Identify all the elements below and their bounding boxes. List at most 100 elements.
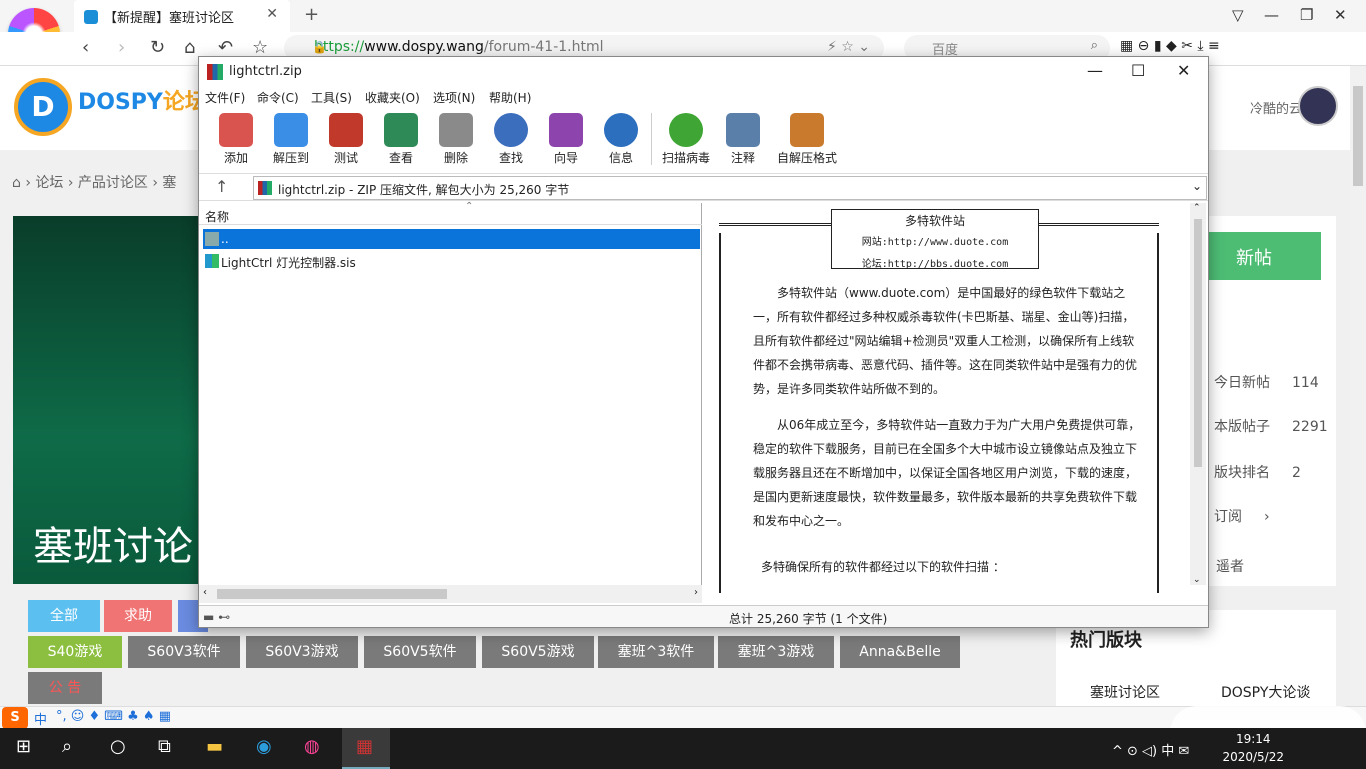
file-list-hscroll[interactable]: ‹ ›: [199, 585, 702, 603]
hot-item[interactable]: DOSPY大论谈: [1221, 682, 1310, 702]
cortana-icon[interactable]: ○: [110, 736, 126, 757]
new-tab-button[interactable]: +: [304, 4, 319, 25]
sis-file-icon: [205, 254, 219, 268]
tool-delete-button[interactable]: 删除: [429, 109, 483, 166]
tab-close-icon[interactable]: ✕: [266, 6, 278, 22]
category-s3-app[interactable]: 塞班^3软件: [598, 636, 714, 668]
browser-minimize-button[interactable]: —: [1264, 6, 1279, 24]
avatar[interactable]: [1298, 86, 1338, 126]
scroll-down-icon[interactable]: ⌄: [1193, 575, 1201, 585]
back-icon[interactable]: ‹: [82, 37, 89, 58]
url-actions-icon[interactable]: ⚡ ☆ ⌄: [827, 39, 870, 55]
tool-find-button[interactable]: 查找: [484, 109, 538, 166]
bookmark-star-icon[interactable]: ☆: [252, 37, 268, 58]
stat-posts: 本版帖子 2291: [1214, 419, 1328, 435]
username[interactable]: 冷酷的云: [1250, 98, 1302, 117]
category-anna-belle[interactable]: Anna&Belle: [840, 636, 960, 668]
windows-start-icon[interactable]: ⊞: [16, 736, 31, 757]
category-notice[interactable]: 公 告: [28, 672, 102, 704]
breadcrumb-products[interactable]: 产品讨论区: [78, 175, 148, 191]
scroll-up-icon[interactable]: ⌃: [1193, 203, 1201, 213]
winrar-icon: [207, 64, 223, 80]
category-s40[interactable]: S40游戏: [28, 636, 122, 668]
system-clock[interactable]: 19:14 2020/5/22: [1222, 730, 1284, 766]
comment-border: [719, 223, 831, 233]
file-row[interactable]: LightCtrl 灯光控制器.sis: [203, 251, 700, 271]
scroll-left-icon[interactable]: ‹: [203, 587, 207, 598]
page-scrollbar[interactable]: [1350, 66, 1366, 706]
menu-file[interactable]: 文件(F): [205, 89, 245, 106]
comment-vscroll[interactable]: ⌃ ⌄: [1190, 203, 1206, 585]
browser-close-button[interactable]: ✕: [1334, 6, 1347, 24]
menu-tools[interactable]: 工具(S): [311, 89, 352, 106]
url-path: /forum-41-1.html: [483, 39, 604, 55]
browser-restore-button[interactable]: ❐: [1300, 6, 1313, 24]
home-icon[interactable]: ⌂: [184, 37, 195, 58]
category-s60v3-app[interactable]: S60V3软件: [128, 636, 240, 668]
extension-icons[interactable]: ▦ ⊖ ▮ ◆ ✂ ⤓ ≡: [1120, 38, 1220, 54]
new-post-button[interactable]: 新帖: [1206, 232, 1321, 280]
winrar-maximize-button[interactable]: ☐: [1131, 61, 1145, 80]
subscribe-link[interactable]: 订阅 ›: [1214, 506, 1270, 526]
taskbar-winrar[interactable]: ▦: [342, 728, 390, 769]
task-view-icon[interactable]: ⧉: [158, 736, 171, 757]
winrar-titlebar[interactable]: lightctrl.zip — ☐ ✕: [199, 57, 1208, 87]
tool-info-button[interactable]: 信息: [594, 109, 648, 166]
tool-add-button[interactable]: 添加: [209, 109, 263, 166]
category-help[interactable]: 求助: [104, 600, 172, 632]
chevron-down-icon[interactable]: ⌄: [1192, 179, 1202, 193]
windows-taskbar: ⊞ ⌕ ○ ⧉ ▬ ◉ ◍ ▦ ^ ⊙ ◁) 中 ✉ 19:14 2020/5/…: [0, 728, 1366, 769]
tool-virus-scan-button[interactable]: 扫描病毒: [659, 109, 713, 166]
category-all[interactable]: 全部: [28, 600, 100, 632]
menu-favorites[interactable]: 收藏夹(O): [365, 89, 420, 106]
up-folder-icon[interactable]: ↑: [215, 177, 228, 196]
toolbar-divider: [651, 113, 652, 165]
tool-wizard-button[interactable]: 向导: [539, 109, 593, 166]
forum-banner: 塞班讨论: [13, 216, 213, 584]
search-icon[interactable]: ⌕: [1091, 38, 1098, 53]
file-row-parent[interactable]: ..: [203, 229, 700, 249]
moderator-tail[interactable]: 遥者: [1216, 556, 1244, 576]
tool-view-button[interactable]: 查看: [374, 109, 428, 166]
menu-command[interactable]: 命令(C): [257, 89, 299, 106]
category-s60v5-game[interactable]: S60V5游戏: [482, 636, 594, 668]
column-header-name[interactable]: 名称 ⌃: [199, 201, 702, 225]
breadcrumb-forum[interactable]: 论坛: [35, 175, 63, 191]
undo-close-icon[interactable]: ↶: [218, 37, 233, 58]
category-s60v5-app[interactable]: S60V5软件: [364, 636, 476, 668]
winrar-minimize-button[interactable]: —: [1087, 61, 1103, 80]
menu-options[interactable]: 选项(N): [433, 89, 475, 106]
ime-tools-icons[interactable]: °, ☺ ♦ ⌨ ♣ ♠ ▦: [56, 709, 171, 724]
browser-pin-icon[interactable]: ▽: [1232, 6, 1244, 24]
file-explorer-icon[interactable]: ▬: [206, 736, 223, 757]
scroll-right-icon[interactable]: ›: [694, 587, 698, 598]
hot-item[interactable]: 塞班讨论区: [1090, 682, 1160, 702]
tool-comment-button[interactable]: 注释: [716, 109, 770, 166]
category-s3-game[interactable]: 塞班^3游戏: [718, 636, 834, 668]
tool-test-button[interactable]: 测试: [319, 109, 373, 166]
tray-icons[interactable]: ^ ⊙ ◁) 中 ✉: [1112, 740, 1189, 759]
breadcrumb: ⌂ › 论坛 › 产品讨论区 › 塞: [12, 175, 177, 191]
browser-icon[interactable]: ◍: [304, 736, 320, 757]
extract-folder-icon: [274, 113, 308, 147]
breadcrumb-current[interactable]: 塞: [162, 175, 176, 191]
taskbar-search-icon[interactable]: ⌕: [62, 736, 72, 757]
comment-paragraph: 多特软件站（www.duote.com）是中国最好的绿色软件下载站之一，所有软件…: [753, 286, 1138, 396]
category-s60v3-game[interactable]: S60V3游戏: [246, 636, 358, 668]
app-icon[interactable]: ◉: [256, 736, 272, 757]
tab-title: 【新提醒】塞班讨论区: [104, 11, 235, 26]
sogou-ime-icon[interactable]: S: [2, 707, 28, 729]
tool-extract-button[interactable]: 解压到: [264, 109, 318, 166]
drive-icon[interactable]: ▬ ⊷: [203, 610, 230, 624]
reload-icon[interactable]: ↻: [150, 37, 165, 58]
forward-icon[interactable]: ›: [118, 37, 125, 58]
winrar-close-button[interactable]: ✕: [1177, 61, 1190, 80]
home-icon[interactable]: ⌂: [12, 175, 21, 191]
menu-help[interactable]: 帮助(H): [489, 89, 531, 106]
dospy-logo[interactable]: D DOSPY论坛: [14, 78, 207, 136]
sfx-box-icon: [790, 113, 824, 147]
ime-mode[interactable]: 中: [34, 709, 47, 728]
archive-path-box[interactable]: lightctrl.zip - ZIP 压缩文件, 解包大小为 25,260 字…: [253, 176, 1207, 200]
tab-forum[interactable]: 【新提醒】塞班讨论区 ✕: [74, 0, 290, 32]
tool-sfx-button[interactable]: 自解压格式: [772, 109, 842, 166]
